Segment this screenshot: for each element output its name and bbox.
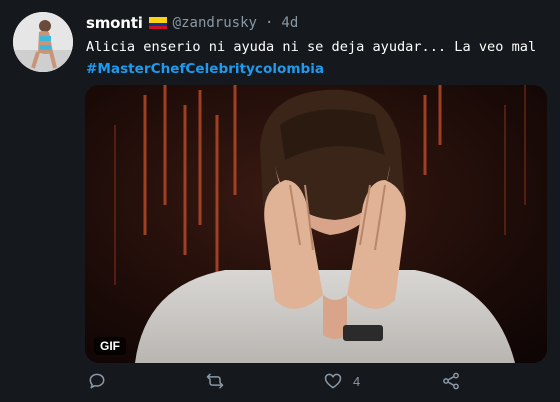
like-count: 4 bbox=[353, 373, 361, 389]
action-bar: 4 bbox=[0, 371, 560, 399]
reply-icon bbox=[89, 373, 105, 389]
like-button[interactable]: 4 bbox=[323, 371, 360, 391]
tweet-body: Alicia enserio ni ayuda ni se deja ayuda… bbox=[86, 39, 537, 55]
heart-icon bbox=[324, 373, 342, 389]
author-name[interactable]: smonti bbox=[86, 14, 143, 32]
gif-badge: GIF bbox=[94, 337, 126, 355]
reply-button[interactable] bbox=[87, 371, 107, 391]
share-button[interactable] bbox=[441, 371, 461, 391]
avatar-image bbox=[13, 12, 73, 72]
hashtag-link[interactable]: #MasterChefCelebritycolombia bbox=[86, 61, 324, 77]
gif-media[interactable]: GIF bbox=[85, 85, 547, 363]
retweet-button[interactable] bbox=[205, 371, 225, 391]
timestamp[interactable]: 4d bbox=[281, 15, 298, 31]
gif-frame bbox=[85, 85, 547, 363]
author-handle[interactable]: @zandrusky bbox=[173, 15, 257, 31]
retweet-icon bbox=[206, 373, 224, 389]
colombia-flag-icon bbox=[148, 17, 167, 29]
tweet-header: smonti @zandrusky · 4d bbox=[86, 12, 298, 34]
share-icon bbox=[443, 372, 459, 390]
tweet-text: Alicia enserio ni ayuda ni se deja ayuda… bbox=[86, 36, 556, 80]
separator-dot: · bbox=[264, 15, 274, 31]
avatar[interactable] bbox=[13, 12, 73, 72]
